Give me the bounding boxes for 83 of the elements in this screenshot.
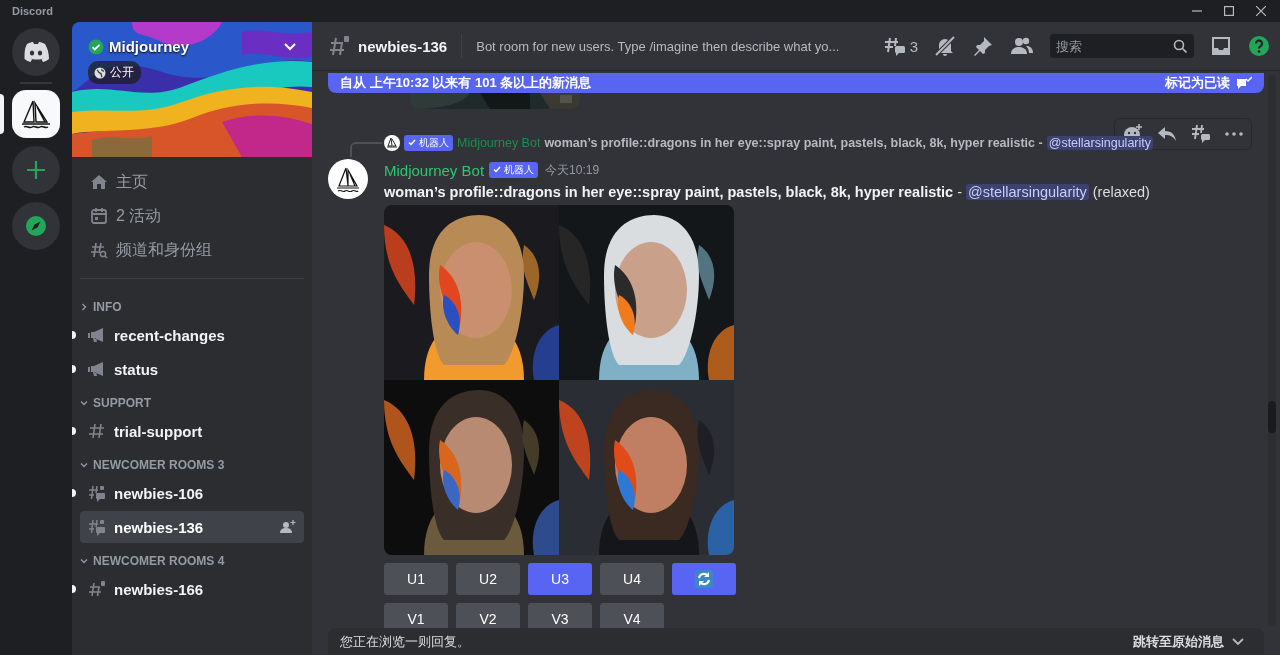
new-messages-text: 自从 上午10:32 以来有 101 条以上的新消息: [340, 74, 593, 92]
refresh-icon: [695, 570, 713, 588]
megaphone-icon: [88, 328, 106, 342]
check-icon: [493, 166, 502, 173]
reply-text[interactable]: woman’s profile::dragons in her eye::spray paint, pastels, black, 8k, hyper realistic -: [544, 136, 1043, 150]
channel-item[interactable]: newbies-136: [80, 511, 304, 543]
category-header[interactable]: NEWCOMER ROOMS 4: [74, 544, 225, 572]
mark-as-read-button[interactable]: 标记为已读: [1165, 74, 1230, 92]
channel-topic[interactable]: Bot room for new users. Type /imagine then describe what yo...: [476, 38, 840, 54]
timestamp: 今天10:19: [545, 161, 600, 179]
search-icon: [1173, 39, 1187, 53]
upscale-button[interactable]: U1: [384, 563, 448, 595]
bot-avatar: [384, 135, 400, 151]
locked-hashtag-icon: [88, 580, 106, 598]
upscale-button[interactable]: U3: [528, 563, 592, 595]
chevron-icon: [80, 461, 88, 469]
upscale-button[interactable]: V1: [384, 603, 448, 628]
channel-item[interactable]: recent-changes: [80, 319, 304, 351]
locked-hashtag-icon: [328, 35, 350, 57]
bot-label: 机器人: [504, 164, 535, 175]
upscale-button[interactable]: V3: [528, 603, 592, 628]
discord-home-icon[interactable]: [12, 28, 60, 76]
scrollbar-thumb[interactable]: [1268, 401, 1276, 433]
separator-text: -: [957, 184, 963, 200]
channel-item[interactable]: trial-support: [80, 415, 304, 447]
browse-channels-icon: [90, 241, 108, 259]
category-header[interactable]: NEWCOMER ROOMS 3: [74, 448, 225, 476]
upscale-button[interactable]: U4: [600, 563, 664, 595]
category-header[interactable]: SUPPORT: [74, 386, 151, 414]
nav-item[interactable]: 2 活动: [80, 199, 304, 233]
author-name[interactable]: Midjourney Bot: [384, 161, 485, 179]
locked-thread-icon: [88, 518, 106, 536]
add-server-icon[interactable]: [12, 146, 60, 194]
chevron-icon: [80, 303, 88, 311]
close-icon[interactable]: [1256, 6, 1266, 16]
jump-to-original-link[interactable]: 跳转至原始消息: [1133, 632, 1224, 651]
server-name[interactable]: Midjourney: [109, 38, 189, 55]
bot-avatar[interactable]: [328, 159, 368, 199]
inbox-icon[interactable]: [1210, 35, 1232, 57]
add-member-icon[interactable]: [280, 520, 296, 534]
home-icon: [90, 173, 108, 191]
threads-button[interactable]: 3: [883, 36, 918, 56]
chevron-down-icon[interactable]: [1232, 637, 1244, 646]
megaphone-icon: [88, 362, 106, 376]
channel-title: newbies-136: [358, 37, 448, 55]
chevron-icon: [80, 557, 88, 565]
user-mention[interactable]: @stellarsingularity: [966, 184, 1089, 200]
reply-connector: [350, 142, 382, 157]
compass-icon[interactable]: [12, 202, 60, 250]
calendar-icon: [90, 207, 108, 225]
channel-item[interactable]: status: [80, 353, 304, 385]
pin-icon[interactable]: [972, 35, 994, 57]
maximize-icon[interactable]: [1224, 6, 1234, 16]
hashtag-icon: [88, 422, 106, 440]
channel-item[interactable]: newbies-166: [80, 573, 304, 605]
bot-label: 机器人: [419, 137, 449, 148]
notice-text: 您正在浏览一则回复。: [340, 632, 471, 651]
mode-text: (relaxed): [1092, 184, 1150, 200]
new-messages-bar[interactable]: 自从 上午10:32 以来有 101 条以上的新消息 标记为已读: [328, 73, 1264, 93]
window-title: Discord: [12, 5, 53, 17]
sailboat-icon[interactable]: [12, 90, 60, 138]
upscale-button[interactable]: V4: [600, 603, 664, 628]
channel-item[interactable]: newbies-106: [80, 477, 304, 509]
reply-icon[interactable]: [1157, 125, 1177, 143]
more-icon[interactable]: [1225, 132, 1243, 136]
chevron-icon: [80, 399, 88, 407]
upscale-button[interactable]: U2: [456, 563, 520, 595]
locked-thread-icon: [88, 484, 106, 502]
user-mention[interactable]: @stellarsingularity: [1046, 136, 1153, 150]
search-field[interactable]: 搜索: [1050, 34, 1194, 58]
reroll-button[interactable]: [672, 563, 736, 595]
muted-bell-icon[interactable]: [934, 35, 956, 57]
thread-icon[interactable]: [1191, 124, 1211, 144]
public-badge: 公开: [88, 61, 141, 84]
category-header[interactable]: INFO: [74, 290, 122, 318]
upscale-button[interactable]: V2: [456, 603, 520, 628]
nav-item[interactable]: 频道和身份组: [80, 233, 304, 267]
mark-read-icon[interactable]: [1236, 76, 1252, 90]
members-icon[interactable]: [1010, 35, 1034, 57]
prompt-text: woman’s profile::dragons in her eye::spray paint, pastels, black, 8k, hyper realistic: [384, 184, 954, 200]
check-icon: [408, 139, 416, 146]
nav-item[interactable]: 主页: [80, 165, 304, 199]
help-icon[interactable]: [1248, 35, 1270, 57]
